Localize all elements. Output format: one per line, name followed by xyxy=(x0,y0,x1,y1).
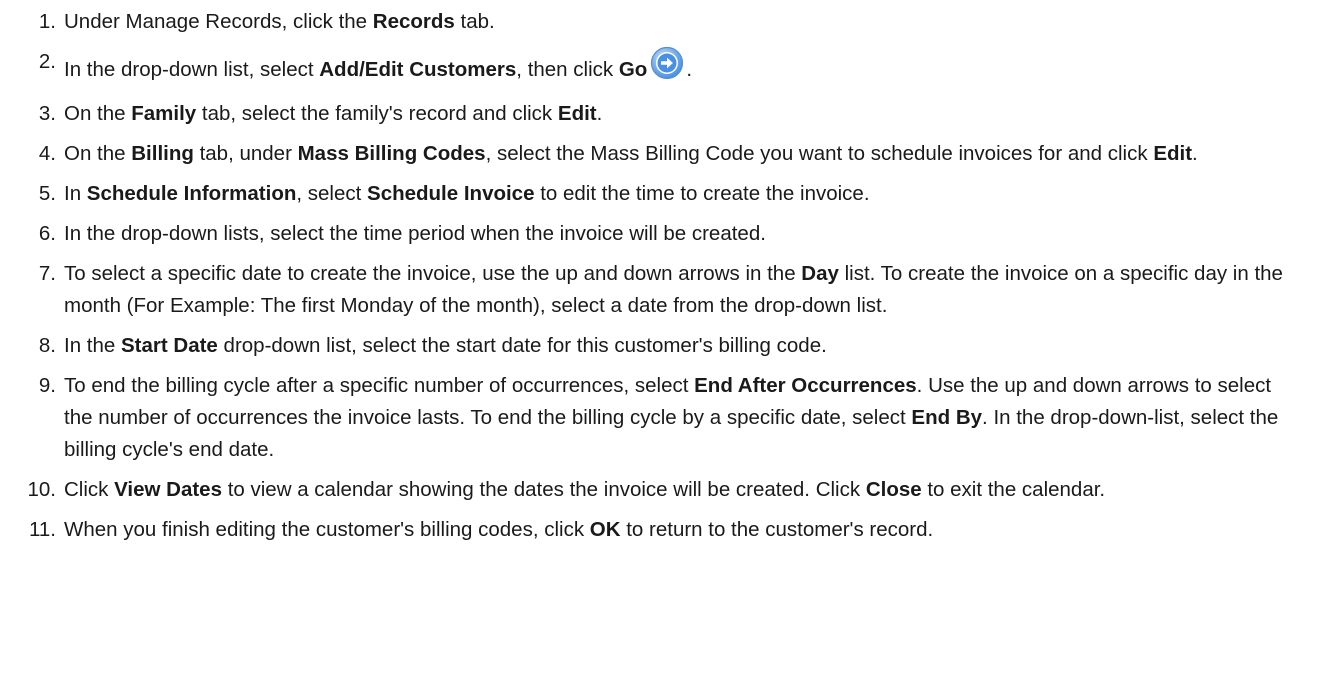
text-segment: To select a specific date to create the … xyxy=(64,262,802,285)
go-arrow-icon xyxy=(650,46,684,90)
text-segment: Click xyxy=(64,478,115,501)
step-number: 11. xyxy=(29,518,56,541)
text-segment: . xyxy=(1192,142,1198,165)
list-item: 1. Under Manage Records, click the Record… xyxy=(0,6,1319,38)
text-segment: . xyxy=(596,102,603,125)
list-item: 10. Click View Dates to view a calendar s… xyxy=(0,474,1319,506)
text-segment: When you finish editing the customer's b… xyxy=(64,518,590,541)
ui-term: View Dates xyxy=(114,478,222,501)
step-number: 7. xyxy=(38,262,56,285)
step-number: 10. xyxy=(27,478,57,501)
list-item: 6. In the drop-down lists, select the tim… xyxy=(0,218,1319,250)
text-segment: drop-down list, select the start date fo… xyxy=(217,334,827,357)
text-segment: tab, select the family's record and clic… xyxy=(196,102,558,125)
step-number: 9. xyxy=(38,374,56,397)
step-number: 1. xyxy=(38,10,56,33)
list-item: 4. On the Billing tab, under Mass Billing… xyxy=(0,138,1319,170)
step-text: Click View Dates to view a calendar show… xyxy=(64,478,1105,501)
list-item: 5. In Schedule Information, select Schedu… xyxy=(0,178,1319,210)
step-number: 6. xyxy=(38,222,56,245)
ui-term: Day xyxy=(801,262,839,285)
step-text: When you finish editing the customer's b… xyxy=(64,518,933,541)
list-item: 11. When you finish editing the customer'… xyxy=(0,514,1319,546)
step-text: In Schedule Information, select Schedule… xyxy=(64,182,870,205)
list-item: 7. To select a specific date to create th… xyxy=(0,258,1319,322)
ui-term: Mass Billing Codes xyxy=(297,142,486,165)
step-number: 8. xyxy=(38,334,56,357)
ui-term: OK xyxy=(589,518,621,541)
list-item: 2. In the drop-down list, select Add/Edit… xyxy=(0,46,1319,90)
ui-term: Add/Edit Customers xyxy=(319,58,517,81)
text-segment: In the xyxy=(64,334,121,357)
text-segment: tab, under xyxy=(193,142,298,165)
text-segment: to return to the customer's record. xyxy=(620,518,934,541)
ui-term: Billing xyxy=(131,142,194,165)
step-text: In the Start Date drop-down list, select… xyxy=(64,334,827,357)
text-segment: to exit the calendar. xyxy=(921,478,1106,501)
ui-term: Edit xyxy=(1153,142,1193,165)
ui-term: Close xyxy=(865,478,922,501)
ui-term: Family xyxy=(131,102,197,125)
step-text: To select a specific date to create the … xyxy=(64,262,1283,317)
ui-term: End By xyxy=(911,406,983,429)
text-segment: On the xyxy=(64,102,132,125)
text-segment: , then click xyxy=(516,58,619,81)
text-segment: In the drop-down list, select xyxy=(64,58,320,81)
step-text: In the drop-down list, select Add/Edit C… xyxy=(64,46,693,81)
step-number: 3. xyxy=(38,102,56,125)
step-text: Under Manage Records, click the Records … xyxy=(64,10,495,33)
text-segment: To end the billing cycle after a specifi… xyxy=(64,374,695,397)
step-number: 5. xyxy=(38,182,56,205)
ui-term: End After Occurrences xyxy=(694,374,917,397)
step-text: On the Family tab, select the family's r… xyxy=(64,102,602,125)
text-segment: On the xyxy=(64,142,132,165)
ui-term: Go xyxy=(618,58,648,81)
ui-term: Schedule Information xyxy=(86,182,297,205)
step-text: To end the billing cycle after a specifi… xyxy=(64,374,1278,461)
list-item: 3. On the Family tab, select the family's… xyxy=(0,98,1319,130)
ui-term: Start Date xyxy=(121,334,218,357)
step-text: In the drop-down lists, select the time … xyxy=(64,222,766,245)
step-number: 2. xyxy=(38,50,56,73)
text-segment: In the drop-down lists, select the time … xyxy=(64,222,766,245)
text-segment: . xyxy=(686,58,693,81)
step-number: 4. xyxy=(38,142,56,165)
text-segment: Under Manage Records, click the xyxy=(64,10,373,33)
text-segment: In xyxy=(64,182,87,205)
step-text: On the Billing tab, under Mass Billing C… xyxy=(64,142,1198,165)
text-segment: tab. xyxy=(454,10,495,33)
ui-term: Records xyxy=(372,10,455,33)
ui-term: Edit xyxy=(557,102,597,125)
list-item: 9. To end the billing cycle after a speci… xyxy=(0,370,1319,466)
text-segment: to view a calendar showing the dates the… xyxy=(222,478,866,501)
instruction-list: 1. Under Manage Records, click the Record… xyxy=(0,6,1319,554)
ui-term: Schedule Invoice xyxy=(367,182,535,205)
list-item: 8. In the Start Date drop-down list, sele… xyxy=(0,330,1319,362)
text-segment: , select the Mass Billing Code you want … xyxy=(485,142,1154,165)
text-segment: to edit the time to create the invoice. xyxy=(534,182,870,205)
text-segment: , select xyxy=(296,182,368,205)
